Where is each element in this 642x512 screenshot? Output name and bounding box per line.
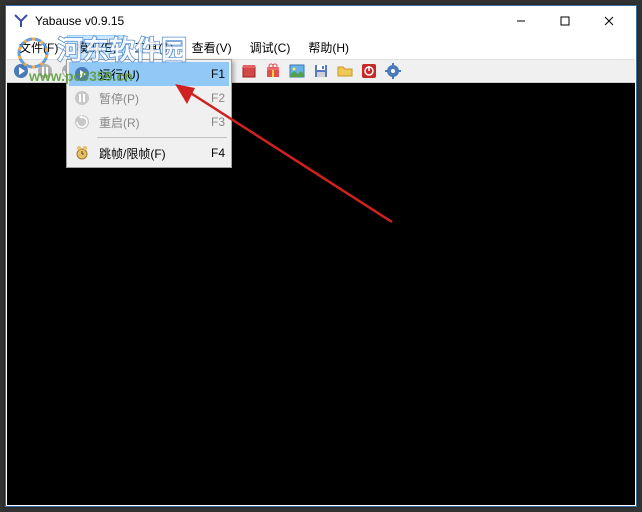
pause-icon xyxy=(73,89,91,107)
menu-view[interactable]: 查看(V) xyxy=(184,36,240,59)
play-icon xyxy=(13,63,29,79)
tb-save-button[interactable] xyxy=(310,60,332,82)
tb-image-button[interactable] xyxy=(286,60,308,82)
dropdown-frame-shortcut: F4 xyxy=(211,146,225,160)
maximize-icon xyxy=(560,16,570,26)
menu-help[interactable]: 帮助(H) xyxy=(300,36,357,59)
dropdown-pause-shortcut: F2 xyxy=(211,91,225,105)
dropdown-separator xyxy=(97,137,227,138)
menu-tools[interactable]: 工具(T) xyxy=(126,36,181,59)
dropdown-reset[interactable]: 重启(R) F3 xyxy=(69,110,229,134)
tb-play-button[interactable] xyxy=(10,60,32,82)
menu-emulation[interactable]: 模拟(E) xyxy=(68,36,124,59)
window-title: Yabause v0.9.15 xyxy=(35,14,499,28)
dropdown-run-label: 运行(U) xyxy=(99,66,203,83)
gift-icon xyxy=(265,63,281,79)
dropdown-pause[interactable]: 暂停(P) F2 xyxy=(69,86,229,110)
tb-gift-button[interactable] xyxy=(262,60,284,82)
tb-power-button[interactable] xyxy=(358,60,380,82)
maximize-button[interactable] xyxy=(543,7,587,35)
folder-icon xyxy=(337,63,353,79)
close-button[interactable] xyxy=(587,7,631,35)
app-window: Yabause v0.9.15 文件(F) 模拟(E) 工具(T) 查看(V) … xyxy=(7,7,635,505)
minimize-icon xyxy=(516,16,526,26)
tb-settings-button[interactable] xyxy=(382,60,404,82)
menubar: 文件(F) 模拟(E) 工具(T) 查看(V) 调试(C) 帮助(H) xyxy=(7,35,635,59)
emulation-dropdown: 运行(U) F1 暂停(P) F2 重启(R) F3 跳帧/限帧(F) F4 xyxy=(66,59,232,168)
dropdown-run-shortcut: F1 xyxy=(211,67,225,81)
picture-icon xyxy=(289,63,305,79)
tb-pause-button[interactable] xyxy=(34,60,56,82)
box-icon xyxy=(241,63,257,79)
pause-icon xyxy=(37,63,53,79)
save-icon xyxy=(313,63,329,79)
tb-box-button[interactable] xyxy=(238,60,260,82)
menu-debug[interactable]: 调试(C) xyxy=(242,36,299,59)
clock-icon xyxy=(73,144,91,162)
outer-border: Yabause v0.9.15 文件(F) 模拟(E) 工具(T) 查看(V) … xyxy=(5,5,637,507)
gear-icon xyxy=(385,63,401,79)
window-controls xyxy=(499,7,631,35)
dropdown-frame-label: 跳帧/限帧(F) xyxy=(99,145,203,162)
app-icon xyxy=(13,13,29,29)
dropdown-pause-label: 暂停(P) xyxy=(99,90,203,107)
dropdown-reset-shortcut: F3 xyxy=(211,115,225,129)
dropdown-frame[interactable]: 跳帧/限帧(F) F4 xyxy=(69,141,229,165)
power-icon xyxy=(361,63,377,79)
reset-icon xyxy=(73,113,91,131)
titlebar[interactable]: Yabause v0.9.15 xyxy=(7,7,635,35)
dropdown-run[interactable]: 运行(U) F1 xyxy=(69,62,229,86)
menu-file[interactable]: 文件(F) xyxy=(11,36,66,59)
minimize-button[interactable] xyxy=(499,7,543,35)
close-icon xyxy=(604,16,614,26)
dropdown-reset-label: 重启(R) xyxy=(99,114,203,131)
tb-folder-button[interactable] xyxy=(334,60,356,82)
play-icon xyxy=(73,65,91,83)
